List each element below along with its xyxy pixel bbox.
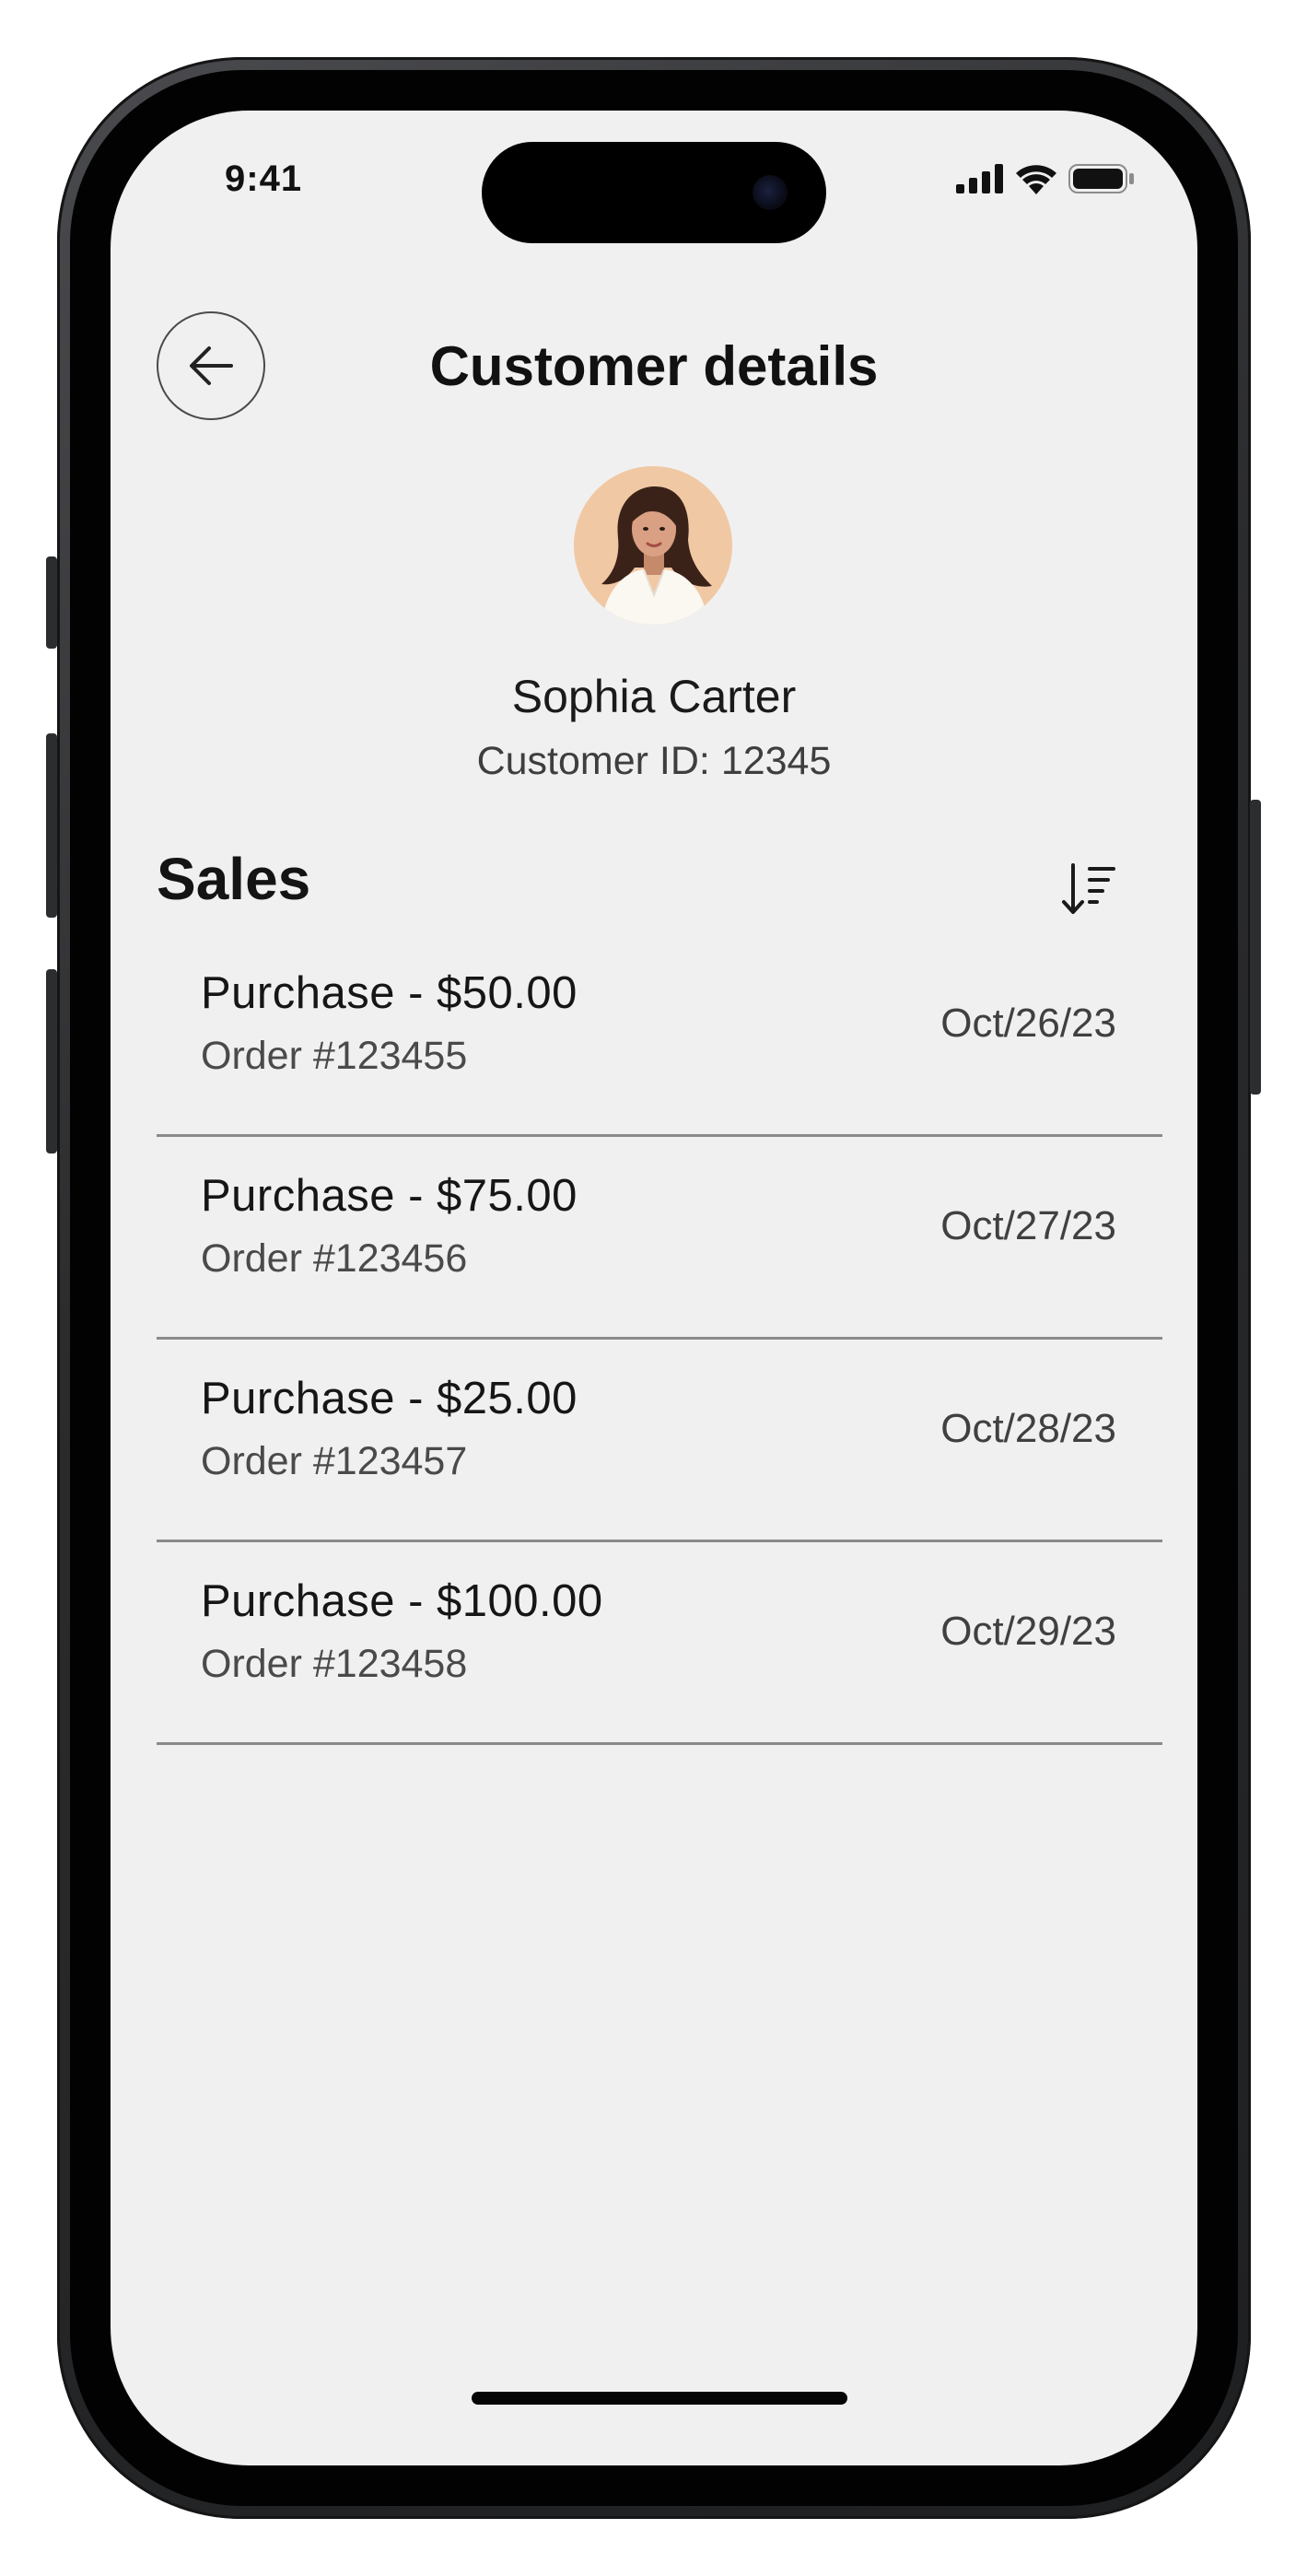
sale-order-number: Order #123457 [201, 1439, 468, 1483]
list-item[interactable]: Purchase - $100.00 Order #123458 Oct/29/… [157, 1542, 1162, 1745]
list-item[interactable]: Purchase - $25.00 Order #123457 Oct/28/2… [157, 1340, 1162, 1542]
battery-icon [1068, 164, 1134, 193]
signal-icon [956, 164, 1003, 193]
dynamic-island [482, 142, 826, 243]
customer-portrait-icon [574, 466, 732, 625]
wifi-icon [1016, 165, 1056, 194]
sales-heading: Sales [157, 846, 311, 912]
status-icons [956, 160, 1135, 197]
action-button [46, 556, 57, 649]
sale-title: Purchase - $100.00 [201, 1576, 603, 1626]
avatar[interactable] [574, 466, 732, 625]
list-item[interactable]: Purchase - $50.00 Order #123455 Oct/26/2… [157, 934, 1162, 1137]
power-button [1250, 800, 1261, 1095]
sale-date: Oct/28/23 [940, 1406, 1116, 1451]
sales-list: Purchase - $50.00 Order #123455 Oct/26/2… [157, 934, 1162, 1745]
home-indicator[interactable] [472, 2392, 847, 2405]
sale-order-number: Order #123456 [201, 1236, 468, 1281]
sort-descending-icon [1062, 863, 1115, 914]
volume-up-button [46, 733, 57, 918]
sort-button[interactable] [1054, 855, 1122, 923]
page-title: Customer details [429, 335, 879, 397]
customer-id: Customer ID: 12345 [476, 739, 832, 783]
sale-date: Oct/26/23 [940, 1001, 1116, 1046]
sale-date: Oct/27/23 [940, 1203, 1116, 1248]
front-camera-icon [753, 175, 788, 210]
sale-order-number: Order #123455 [201, 1034, 468, 1078]
customer-name: Sophia Carter [511, 671, 797, 722]
sale-title: Purchase - $75.00 [201, 1171, 578, 1221]
status-time: 9:41 [225, 158, 303, 199]
volume-down-button [46, 969, 57, 1153]
app-screen: 9:41 Customer details Sophia Carter Cust… [111, 111, 1197, 2465]
sale-title: Purchase - $50.00 [201, 968, 578, 1018]
sale-title: Purchase - $25.00 [201, 1374, 578, 1423]
sale-order-number: Order #123458 [201, 1642, 468, 1686]
list-item[interactable]: Purchase - $75.00 Order #123456 Oct/27/2… [157, 1137, 1162, 1340]
sale-date: Oct/29/23 [940, 1609, 1116, 1654]
